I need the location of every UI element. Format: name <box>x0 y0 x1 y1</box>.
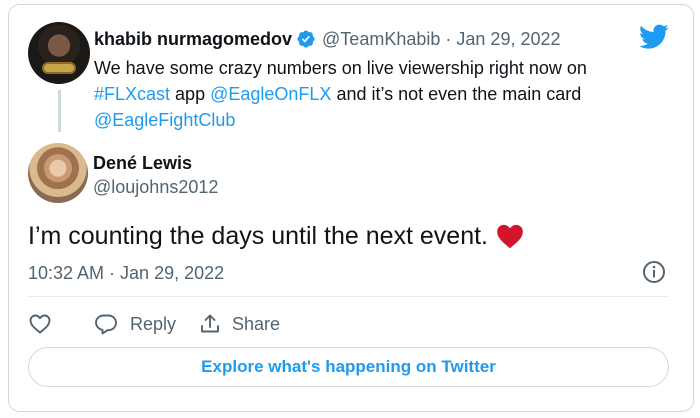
belt-decoration <box>42 62 76 74</box>
mention-link-eagleonflx[interactable]: @EagleOnFLX <box>210 84 331 104</box>
tweet-timestamp[interactable]: 10:32 AM · Jan 29, 2022 <box>28 262 224 284</box>
author-name[interactable]: Dené Lewis <box>93 152 192 174</box>
tweet-actions: Reply Share <box>28 310 280 338</box>
thread-connector-line <box>58 90 61 132</box>
info-icon[interactable] <box>642 260 666 284</box>
parent-author-name[interactable]: khabib nurmagomedov <box>94 26 292 52</box>
action-divider <box>28 296 668 297</box>
mention-link-eaglefightclub[interactable]: @EagleFightClub <box>94 110 235 130</box>
parent-author-avatar[interactable] <box>28 22 90 84</box>
heart-outline-icon <box>29 314 51 334</box>
parent-text-mid: app <box>170 84 211 104</box>
explore-twitter-button[interactable]: Explore what's happening on Twitter <box>28 347 669 387</box>
share-button[interactable]: Share <box>198 312 280 336</box>
author-avatar[interactable] <box>28 143 88 203</box>
speech-bubble-icon <box>95 314 117 335</box>
parent-text-after: and it’s not even the main card <box>331 84 582 104</box>
red-heart-emoji-icon <box>497 224 523 249</box>
like-button[interactable] <box>28 312 52 336</box>
tweet-text-body: I’m counting the days until the next eve… <box>28 222 488 250</box>
tweet-text: I’m counting the days until the next eve… <box>28 219 524 253</box>
share-label: Share <box>232 313 281 334</box>
twitter-bird-icon[interactable] <box>639 24 669 50</box>
verified-badge-icon <box>297 30 315 48</box>
parent-tweet-date[interactable]: Jan 29, 2022 <box>456 26 560 52</box>
reply-button[interactable]: Reply <box>94 312 176 336</box>
parent-text-line1: We have some crazy numbers on live viewe… <box>94 58 587 78</box>
author-handle[interactable]: @loujohns2012 <box>93 176 218 198</box>
header-separator: · <box>445 29 452 49</box>
share-upload-icon <box>201 314 219 333</box>
parent-tweet-header: khabib nurmagomedov @TeamKhabib · Jan 29… <box>94 26 561 52</box>
reply-label: Reply <box>130 313 177 334</box>
parent-author-handle[interactable]: @TeamKhabib <box>322 26 440 52</box>
parent-tweet-text: We have some crazy numbers on live viewe… <box>94 55 614 133</box>
hashtag-link[interactable]: #FLXcast <box>94 84 170 104</box>
